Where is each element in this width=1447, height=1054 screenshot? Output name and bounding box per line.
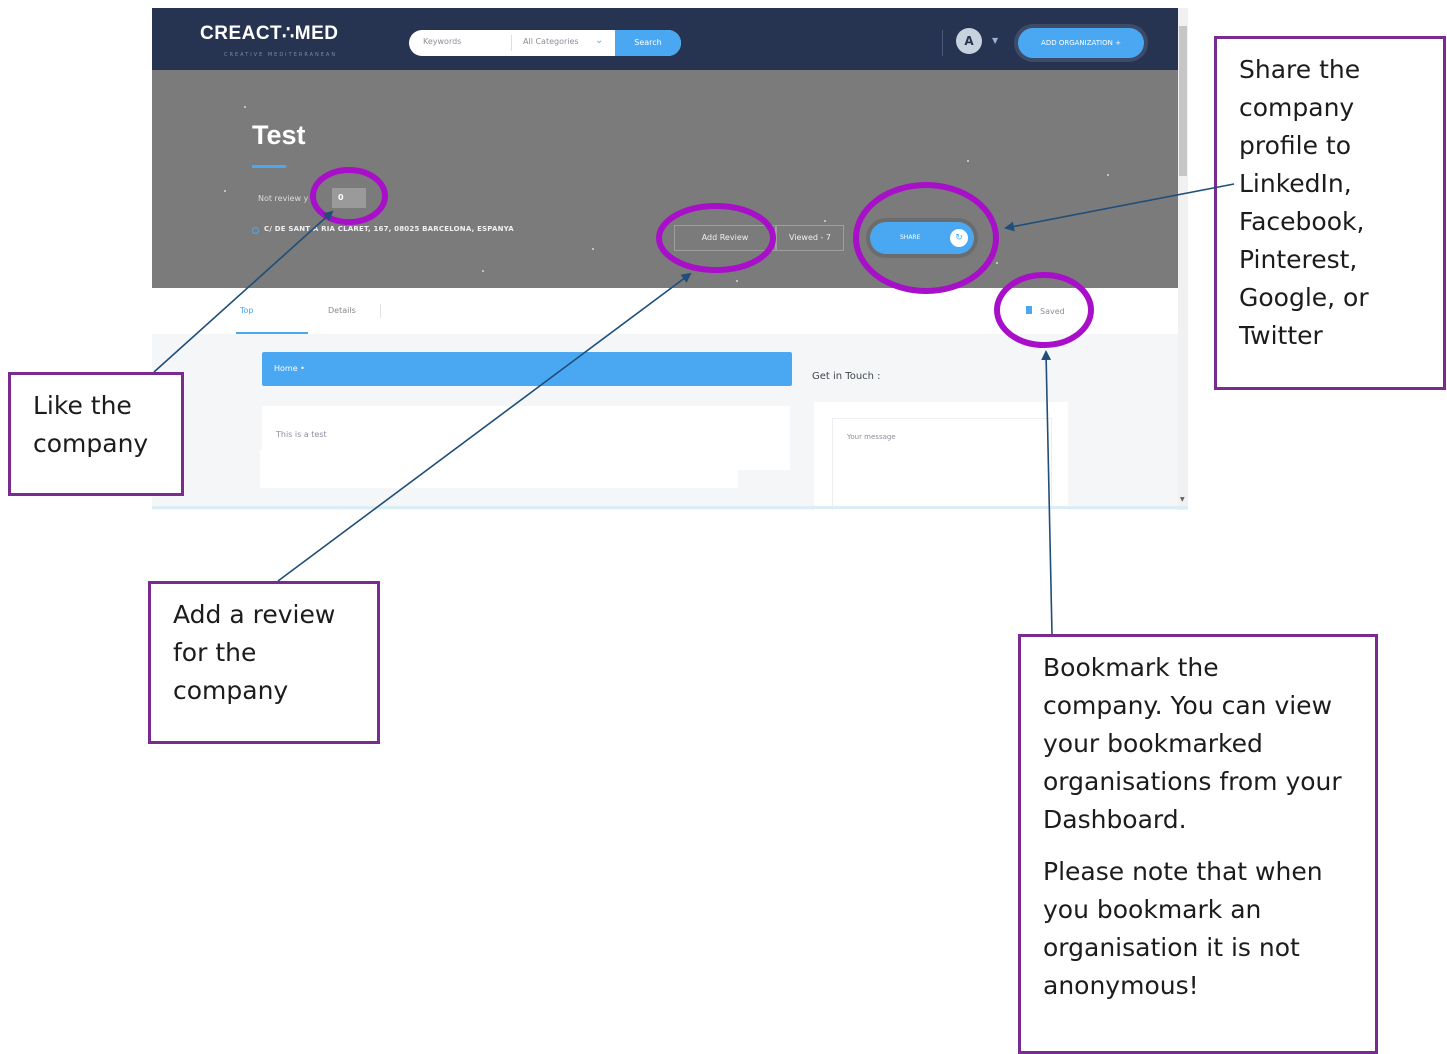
content-card-footer <box>260 450 738 488</box>
scrollbar-thumb[interactable] <box>1179 26 1187 176</box>
chevron-down-icon[interactable]: ⌄ <box>595 35 603 46</box>
rating-label: Not review y <box>258 194 309 203</box>
active-tab-indicator <box>236 332 308 334</box>
scroll-down-icon[interactable]: ▼ <box>1180 496 1185 503</box>
like-button[interactable]: 0 <box>332 188 366 208</box>
add-organization-button[interactable]: ADD ORGANIZATION + <box>1018 28 1144 58</box>
annotation-line: Add a review <box>173 600 336 629</box>
annotation-line: organisation it is not <box>1043 933 1300 962</box>
star-dot <box>967 160 969 162</box>
share-label: SHARE <box>900 234 921 241</box>
website-screenshot: CREACT∴MED CREATIVE MEDITERRANEAN Keywor… <box>152 8 1188 510</box>
top-navbar: CREACT∴MED CREATIVE MEDITERRANEAN Keywor… <box>152 8 1188 70</box>
annotation-line: anonymous! <box>1043 971 1199 1000</box>
search-input[interactable]: Keywords <box>423 37 461 46</box>
content-text: This is a test <box>276 430 327 439</box>
navbar-divider <box>942 30 943 56</box>
site-logo[interactable]: CREACT∴MED <box>200 22 338 45</box>
annotation-line: Pinterest, <box>1239 245 1358 274</box>
add-review-button[interactable]: Add Review <box>674 225 776 251</box>
scrollbar[interactable]: ▼ <box>1178 8 1188 510</box>
search-divider <box>511 35 512 51</box>
caret-down-icon[interactable]: ▼ <box>992 36 998 45</box>
annotation-line: company <box>173 676 289 705</box>
address: C/ DE SANT A RIA CLARET, 167, 08025 BARC… <box>264 225 514 233</box>
message-placeholder: Your message <box>847 433 896 441</box>
annotation-line: Bookmark the <box>1043 653 1219 682</box>
contact-card: Your message <box>814 402 1068 510</box>
annotation-line: for the <box>173 638 257 667</box>
star-dot <box>482 270 484 272</box>
annotation-line: Google, or <box>1239 283 1369 312</box>
annotation-line: LinkedIn, <box>1239 169 1352 198</box>
breadcrumb[interactable]: Home • <box>262 352 792 386</box>
annotation-line: company. You can view <box>1043 691 1333 720</box>
saved-button[interactable]: Saved <box>1040 307 1065 316</box>
category-select[interactable]: All Categories <box>523 37 579 46</box>
search-button[interactable]: Search <box>615 30 681 56</box>
annotation-line: Share the <box>1239 55 1361 84</box>
annotation-paragraph: Bookmark the company. You can view your … <box>1043 649 1375 839</box>
annotation-line: Facebook, <box>1239 207 1365 236</box>
tab-divider <box>380 304 381 318</box>
star-dot <box>592 248 594 250</box>
title-underline <box>252 165 286 168</box>
logo-tagline: CREATIVE MEDITERRANEAN <box>224 52 338 58</box>
like-annotation: Like the company <box>8 372 184 496</box>
share-button[interactable]: SHARE ↻ <box>870 222 974 254</box>
star-dot <box>1107 174 1109 176</box>
annotation-line: organisations from your <box>1043 767 1342 796</box>
star-dot <box>244 106 246 108</box>
star-dot <box>824 220 826 222</box>
annotation-line: Dashboard. <box>1043 805 1187 834</box>
annotation-line: company <box>1239 93 1355 122</box>
tab-details[interactable]: Details <box>328 306 356 315</box>
annotation-line: Like the <box>33 391 132 420</box>
get-in-touch-heading: Get in Touch : <box>812 371 881 382</box>
bottom-border <box>152 506 1188 509</box>
bookmark-icon[interactable] <box>1026 306 1032 314</box>
annotation-line: you bookmark an <box>1043 895 1262 924</box>
annotation-line: profile to <box>1239 131 1352 160</box>
location-icon <box>252 227 259 234</box>
annotation-line: Please note that when <box>1043 857 1323 886</box>
annotation-line: Twitter <box>1239 321 1323 350</box>
profile-hero: Test Not review y 0 C/ DE SANT A RIA CLA… <box>152 70 1188 288</box>
annotation-paragraph: Please note that when you bookmark an or… <box>1043 853 1375 1005</box>
page-title: Test <box>252 120 306 150</box>
annotation-line: company <box>33 429 149 458</box>
review-annotation: Add a review for the company <box>148 581 380 744</box>
viewed-counter: Viewed - 7 <box>776 225 844 251</box>
star-dot <box>996 262 998 264</box>
language-icon[interactable]: A <box>956 28 982 54</box>
tab-top[interactable]: Top <box>240 306 254 315</box>
share-annotation: Share the company profile to LinkedIn, F… <box>1214 36 1446 390</box>
search-bar: Keywords All Categories ⌄ Search <box>409 30 681 56</box>
message-field[interactable]: Your message <box>832 418 1052 510</box>
share-icon: ↻ <box>950 229 968 247</box>
star-dot <box>224 190 226 192</box>
bookmark-annotation: Bookmark the company. You can view your … <box>1018 634 1378 1054</box>
profile-tabs: Top Details Saved <box>152 288 1178 334</box>
star-dot <box>736 280 738 282</box>
annotation-line: your bookmarked <box>1043 729 1263 758</box>
